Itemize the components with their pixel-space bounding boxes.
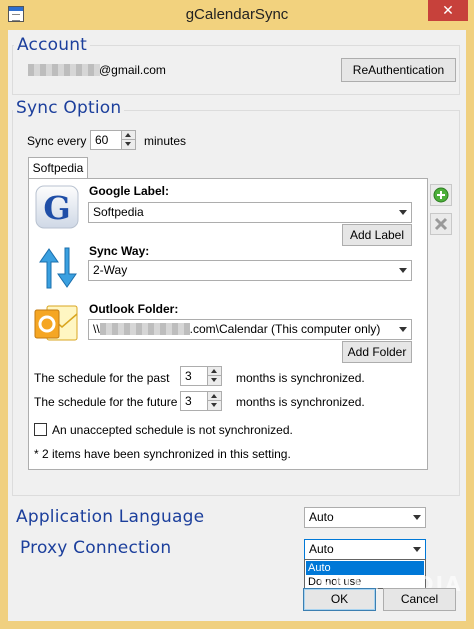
past-schedule-label: The schedule for the past <box>34 371 170 385</box>
ok-button[interactable]: OK <box>303 588 376 611</box>
google-label-value: Softpedia <box>93 205 144 219</box>
outlook-folder-title: Outlook Folder: <box>89 302 179 316</box>
past-months-suffix: months is synchronized. <box>236 371 365 385</box>
future-months-suffix: months is synchronized. <box>236 395 365 409</box>
chevron-down-icon <box>399 327 407 332</box>
outlook-folder-select[interactable]: \\ .com\Calendar (This computer only) <box>88 319 412 340</box>
plus-icon <box>433 187 449 203</box>
tab-softpedia[interactable]: Softpedia <box>28 157 88 179</box>
unaccepted-schedule-label: An unaccepted schedule is not synchroniz… <box>52 423 293 437</box>
chevron-down-icon <box>413 547 421 552</box>
delete-setting-button[interactable] <box>430 213 452 235</box>
window-title: gCalendarSync <box>185 6 289 23</box>
chevron-down-icon <box>413 515 421 520</box>
account-group-title: Account <box>14 35 91 55</box>
reauthentication-button[interactable]: ReAuthentication <box>341 58 456 82</box>
sync-option-group-title: Sync Option <box>13 98 125 118</box>
sync-way-select[interactable]: 2-Way <box>88 260 412 281</box>
minutes-label: minutes <box>144 134 187 148</box>
sync-interval-stepper[interactable]: 60 <box>90 130 136 150</box>
sync-interval-value: 60 <box>95 133 109 147</box>
chevron-down-icon <box>399 268 407 273</box>
close-button[interactable]: ✕ <box>428 0 468 21</box>
add-folder-button[interactable]: Add Folder <box>342 341 412 363</box>
client-area: Account @gmail.com ReAuthentication Sync… <box>8 30 466 621</box>
app-language-value: Auto <box>309 510 334 524</box>
sync-way-value: 2-Way <box>93 263 128 277</box>
spin-up-icon[interactable] <box>207 392 221 401</box>
title-bar[interactable]: gCalendarSync ✕ <box>0 0 474 30</box>
svg-text:G: G <box>43 189 70 227</box>
google-g-icon: G <box>35 185 79 229</box>
app-language-select[interactable]: Auto <box>304 507 426 528</box>
future-months-value: 3 <box>185 394 192 408</box>
google-label-title: Google Label: <box>89 184 170 198</box>
add-setting-button[interactable] <box>430 184 452 206</box>
close-icon <box>434 217 448 231</box>
chevron-down-icon <box>399 210 407 215</box>
future-months-stepper[interactable]: 3 <box>180 391 222 411</box>
proxy-connection-select[interactable]: Auto <box>304 539 426 560</box>
spin-down-icon[interactable] <box>207 376 221 385</box>
sync-way-title: Sync Way: <box>89 244 150 258</box>
proxy-connection-label: Proxy Connection <box>17 538 175 558</box>
spin-down-icon[interactable] <box>121 140 135 149</box>
spin-up-icon[interactable] <box>207 367 221 376</box>
past-months-value: 3 <box>185 369 192 383</box>
sync-every-label: Sync every <box>27 134 87 148</box>
account-email-suffix: @gmail.com <box>99 63 166 77</box>
cancel-button[interactable]: Cancel <box>383 588 456 611</box>
google-label-select[interactable]: Softpedia <box>88 202 412 223</box>
sync-status-text: * 2 items have been synchronized in this… <box>34 447 291 461</box>
future-schedule-label: The schedule for the future <box>34 395 178 409</box>
sync-arrows-icon <box>35 246 79 290</box>
outlook-folder-value: .com\Calendar (This computer only) <box>189 322 381 336</box>
add-label-button[interactable]: Add Label <box>342 224 412 246</box>
unaccepted-schedule-checkbox[interactable] <box>34 423 47 436</box>
spin-up-icon[interactable] <box>121 131 135 140</box>
proxy-connection-value: Auto <box>309 542 334 556</box>
app-language-label: Application Language <box>13 507 208 527</box>
redacted-folder-path <box>99 323 190 335</box>
outlook-folder-prefix: \\ <box>93 322 100 336</box>
redacted-email-username <box>28 64 100 76</box>
spin-down-icon[interactable] <box>207 401 221 410</box>
outlook-icon <box>33 300 79 346</box>
past-months-stepper[interactable]: 3 <box>180 366 222 386</box>
app-window: gCalendarSync ✕ Account @gmail.com ReAut… <box>0 0 474 629</box>
